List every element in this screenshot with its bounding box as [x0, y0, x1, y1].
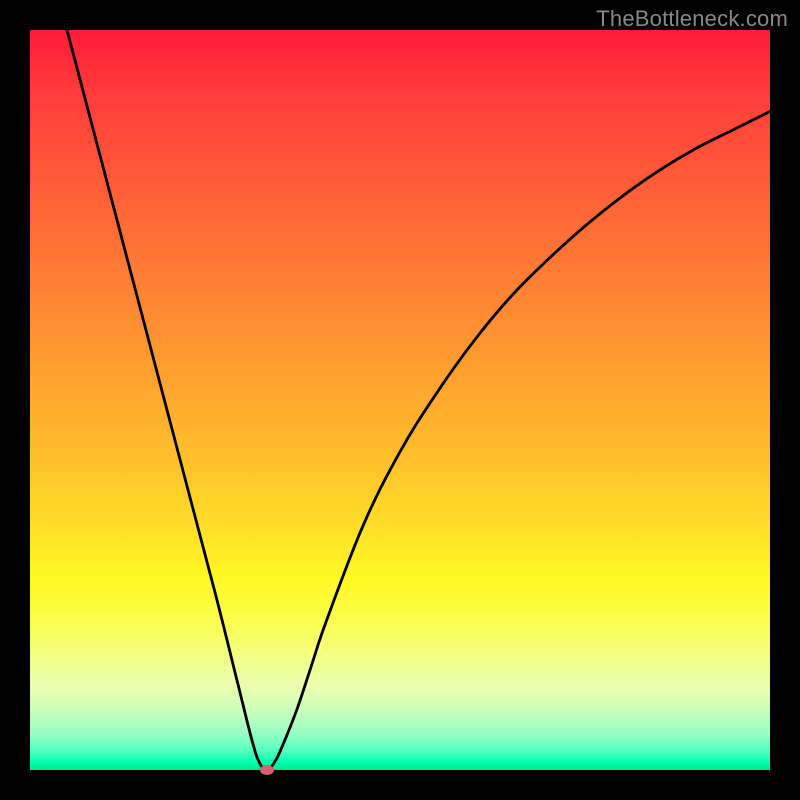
curve-layer — [30, 30, 770, 770]
chart-container: TheBottleneck.com — [0, 0, 800, 800]
bottleneck-curve — [67, 30, 770, 770]
optimum-marker — [260, 765, 274, 775]
watermark-text: TheBottleneck.com — [596, 6, 788, 32]
plot-area — [30, 30, 770, 770]
